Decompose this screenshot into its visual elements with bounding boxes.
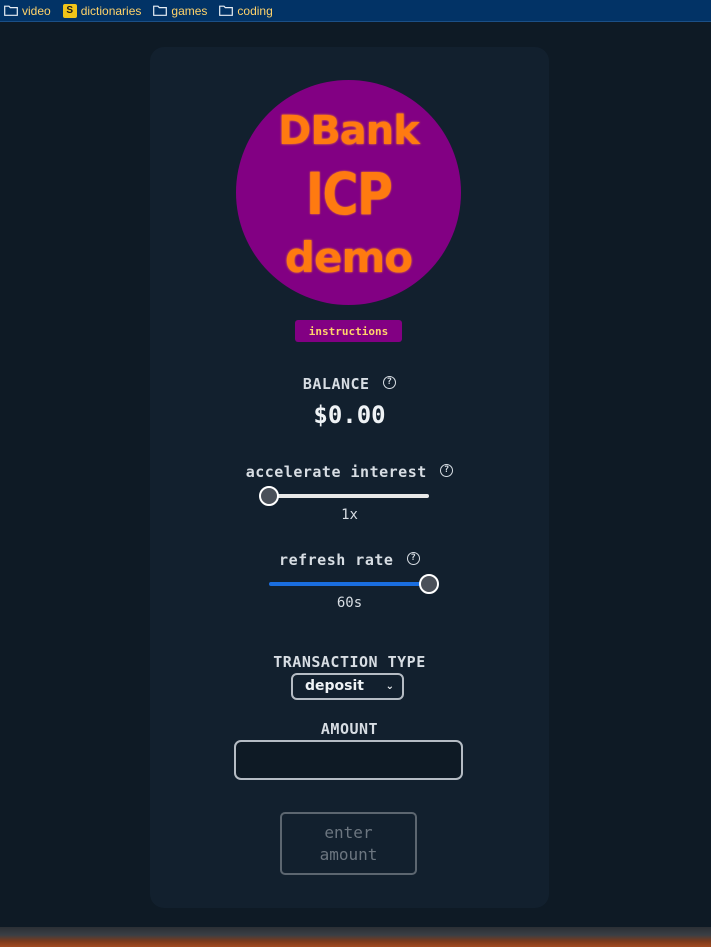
transaction-type-select[interactable]: deposit ⌄ xyxy=(291,673,404,700)
folder-icon xyxy=(153,5,168,16)
bookmark-label: dictionaries xyxy=(80,3,142,18)
bookmark-label: games xyxy=(171,3,208,18)
accelerate-slider-thumb[interactable] xyxy=(259,486,279,506)
refresh-slider[interactable] xyxy=(269,574,439,594)
refresh-label-row: refresh rate ? xyxy=(150,551,549,569)
logo-line-1: DBank xyxy=(278,108,420,154)
bookmark-coding[interactable]: coding xyxy=(219,3,273,18)
logo-line-2: ICP xyxy=(305,160,393,228)
balance-label: BALANCE xyxy=(302,375,370,393)
folder-icon xyxy=(4,5,18,16)
accelerate-label: accelerate interest xyxy=(245,463,427,481)
refresh-value: 60s xyxy=(336,595,363,611)
submit-button[interactable]: enter amount xyxy=(280,812,417,875)
instructions-button[interactable]: instructions xyxy=(295,320,402,342)
bookmarks-bar: video S dictionaries games coding xyxy=(0,0,711,22)
bookmark-label: coding xyxy=(237,3,273,18)
chevron-down-icon: ⌄ xyxy=(385,681,394,692)
refresh-label: refresh rate xyxy=(279,551,394,569)
amount-input[interactable] xyxy=(234,740,463,780)
help-icon[interactable]: ? xyxy=(383,376,397,389)
balance-label-row: BALANCE ? xyxy=(150,375,549,393)
accelerate-slider[interactable] xyxy=(259,486,429,506)
bookmark-dictionaries[interactable]: S dictionaries xyxy=(62,3,142,18)
bookmark-games[interactable]: games xyxy=(153,4,207,18)
help-icon[interactable]: ? xyxy=(406,552,420,565)
amount-label: AMOUNT xyxy=(320,720,379,738)
bookmark-video[interactable]: video xyxy=(4,4,51,18)
refresh-slider-thumb[interactable] xyxy=(419,574,439,594)
folder-icon xyxy=(219,5,234,16)
help-icon[interactable]: ? xyxy=(440,464,454,477)
taskbar-strip xyxy=(0,927,711,947)
bookmark-label: video xyxy=(22,3,51,18)
transaction-type-label: TRANSACTION TYPE xyxy=(273,653,426,671)
dbank-logo: DBank ICP demo xyxy=(236,80,461,305)
transaction-type-value: deposit xyxy=(305,678,364,694)
bank-card: DBank ICP demo instructions BALANCE ? $0… xyxy=(150,47,549,908)
balance-value: $0.00 xyxy=(313,401,386,429)
accelerate-value: 1x xyxy=(341,507,358,523)
accelerate-label-row: accelerate interest ? xyxy=(150,463,549,481)
logo-line-3: demo xyxy=(284,233,413,282)
s-favicon-icon: S xyxy=(62,3,77,18)
